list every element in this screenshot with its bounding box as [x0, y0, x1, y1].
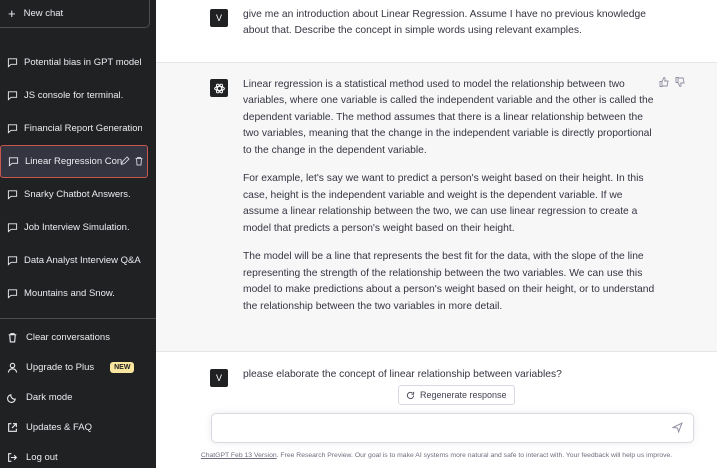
assistant-avatar — [210, 79, 228, 97]
plus-icon: + — [8, 6, 16, 21]
sidebar-bottom-menu: Clear conversations Upgrade to Plus NEW … — [0, 322, 156, 468]
chat-item[interactable]: Mountains and Snow. — [0, 277, 156, 310]
regenerate-response-button[interactable]: Regenerate response — [398, 385, 515, 405]
upgrade-label: Upgrade to Plus — [26, 361, 95, 373]
external-link-icon — [8, 422, 17, 432]
new-badge: NEW — [110, 361, 135, 373]
message-icon — [7, 124, 18, 134]
new-chat-label: New chat — [23, 8, 64, 19]
chat-item-label: Financial Report Generation. — [24, 123, 142, 134]
openai-logo-icon — [213, 83, 225, 93]
send-icon[interactable] — [672, 422, 683, 433]
refresh-icon — [406, 391, 415, 399]
assistant-paragraph: Linear regression is a statistical metho… — [243, 79, 654, 156]
message-icon — [7, 223, 18, 233]
new-chat-button[interactable]: + New chat — [0, 0, 150, 28]
chat-history-list: Potential bias in GPT models JS console … — [0, 46, 156, 310]
feedback-buttons — [659, 77, 685, 87]
chat-item-label: Linear Regression Con — [25, 156, 123, 167]
message-icon — [7, 256, 18, 266]
chat-item[interactable]: JS console for terminal. — [0, 79, 156, 112]
dark-mode-label: Dark mode — [26, 391, 73, 403]
thumbs-up-icon[interactable] — [659, 77, 669, 87]
user-message-text: give me an introduction about Linear Reg… — [243, 9, 646, 37]
assistant-paragraph: The model will be a line that represents… — [243, 251, 655, 312]
chat-item-actions — [120, 156, 144, 166]
chat-item[interactable]: Snarky Chatbot Answers. — [0, 178, 156, 211]
trash-icon[interactable] — [134, 156, 144, 166]
regenerate-label: Regenerate response — [420, 389, 507, 400]
chat-item[interactable]: Job Interview Simulation. — [0, 211, 156, 244]
logout-button[interactable]: Log out — [0, 442, 156, 468]
message-icon — [7, 91, 18, 101]
trash-icon — [8, 332, 17, 342]
message-input[interactable] — [211, 413, 694, 443]
user-avatar: V — [210, 369, 228, 387]
assistant-message-text: Linear regression is a statistical metho… — [243, 77, 655, 327]
logout-label: Log out — [26, 451, 58, 463]
chat-item-label: Job Interview Simulation. — [24, 222, 130, 233]
clear-conversations-button[interactable]: Clear conversations — [0, 322, 156, 352]
assistant-paragraph: For example, let's say we want to predic… — [243, 173, 644, 234]
user-avatar: V — [210, 9, 228, 27]
chat-item-active[interactable]: Linear Regression Con — [0, 145, 148, 178]
thumbs-down-icon[interactable] — [675, 77, 685, 87]
chat-item[interactable]: Data Analyst Interview Q&A — [0, 244, 156, 277]
sidebar-divider — [0, 318, 156, 319]
chat-item-label: Potential bias in GPT models — [24, 57, 142, 68]
edit-icon[interactable] — [120, 156, 130, 166]
dark-mode-button[interactable]: Dark mode — [0, 382, 156, 412]
user-message-text: please elaborate the concept of linear r… — [243, 369, 562, 380]
message-icon — [8, 157, 19, 167]
chat-item[interactable]: Financial Report Generation. — [0, 112, 156, 145]
conversation-pane: V give me an introduction about Linear R… — [156, 0, 717, 468]
moon-icon — [7, 393, 16, 403]
footer-text: . Free Research Preview. Our goal is to … — [276, 452, 673, 459]
clear-conversations-label: Clear conversations — [26, 331, 110, 343]
chat-item-label: Mountains and Snow. — [24, 288, 115, 299]
chat-item-label: Snarky Chatbot Answers. — [24, 189, 131, 200]
sidebar: + New chat Potential bias in GPT models … — [0, 0, 156, 468]
user-message-row: V give me an introduction about Linear R… — [156, 0, 717, 62]
message-icon — [7, 289, 18, 299]
version-link[interactable]: ChatGPT Feb 13 Version — [201, 452, 277, 459]
updates-faq-link[interactable]: Updates & FAQ — [0, 412, 156, 442]
user-icon — [7, 362, 18, 373]
chat-item-label: JS console for terminal. — [24, 90, 124, 101]
logout-icon — [8, 452, 18, 462]
assistant-message-row: Linear regression is a statistical metho… — [156, 62, 717, 352]
message-icon — [7, 58, 18, 68]
updates-faq-label: Updates & FAQ — [26, 421, 93, 433]
chat-item-label: Data Analyst Interview Q&A — [24, 255, 141, 266]
upgrade-button[interactable]: Upgrade to Plus NEW — [0, 352, 156, 382]
footer-disclaimer: ChatGPT Feb 13 Version. Free Research Pr… — [156, 451, 717, 462]
message-icon — [7, 190, 18, 200]
chat-item[interactable]: Potential bias in GPT models — [0, 46, 156, 79]
